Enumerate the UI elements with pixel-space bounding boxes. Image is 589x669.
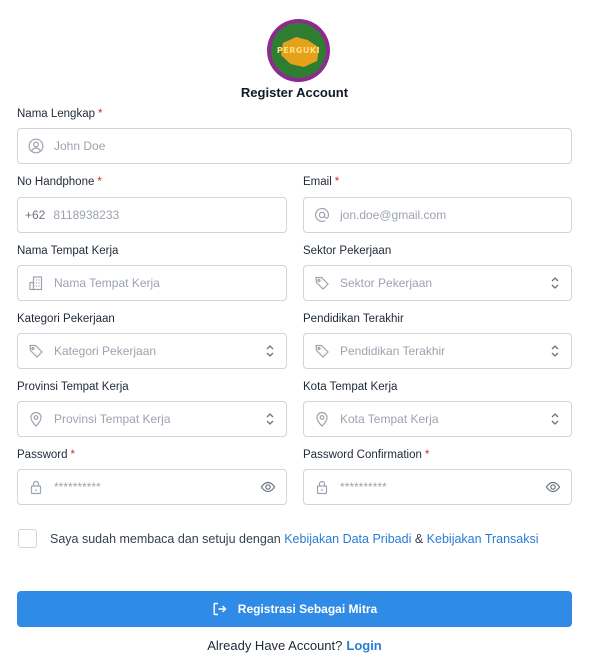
consent-text: Saya sudah membaca dan setuju dengan Keb…	[50, 529, 550, 550]
login-link[interactable]: Login	[346, 638, 381, 653]
city-placeholder: Kota Tempat Kerja	[340, 412, 439, 426]
workplace-input[interactable]: Nama Tempat Kerja	[17, 265, 287, 301]
login-prompt-text: Already Have Account?	[207, 638, 343, 653]
workplace-label-text: Nama Tempat Kerja	[17, 245, 119, 257]
full-name-label-text: Nama Lengkap	[17, 108, 95, 120]
password-confirm-placeholder: **********	[340, 480, 387, 494]
lock-icon	[28, 479, 44, 495]
email-placeholder: jon.doe@gmail.com	[340, 208, 447, 222]
province-placeholder: Provinsi Tempat Kerja	[54, 412, 171, 426]
province-label: Provinsi Tempat Kerja	[17, 381, 129, 393]
password-placeholder: **********	[54, 480, 101, 494]
category-placeholder: Kategori Pekerjaan	[54, 344, 157, 358]
province-label-text: Provinsi Tempat Kerja	[17, 381, 129, 393]
education-label-text: Pendidikan Terakhir	[303, 313, 404, 325]
phone-input[interactable]: +62 8118938233	[17, 197, 287, 233]
logo: PERGUKI	[267, 19, 330, 82]
transaction-policy-link[interactable]: Kebijakan Transaksi	[427, 532, 539, 546]
logo-emblem: PERGUKI	[271, 23, 326, 78]
province-select[interactable]: Provinsi Tempat Kerja	[17, 401, 287, 437]
education-label: Pendidikan Terakhir	[303, 313, 404, 325]
tag-icon	[28, 343, 44, 359]
chevron-up-down-icon	[266, 413, 274, 425]
password-label-text: Password	[17, 449, 68, 461]
logo-text: PERGUKI	[276, 46, 321, 55]
workplace-label: Nama Tempat Kerja	[17, 245, 118, 257]
register-partner-button[interactable]: Registrasi Sebagai Mitra	[17, 591, 572, 627]
lock-icon	[314, 479, 330, 495]
chevron-up-down-icon	[551, 277, 559, 289]
email-label: Email *	[303, 176, 339, 188]
email-label-text: Email	[303, 176, 332, 188]
phone-label-text: No Handphone	[17, 176, 95, 188]
page-title: Register Account	[240, 85, 349, 100]
city-label: Kota Tempat Kerja	[303, 381, 397, 393]
sector-select[interactable]: Sektor Pekerjaan	[303, 265, 572, 301]
chevron-up-down-icon	[551, 413, 559, 425]
full-name-input[interactable]: John Doe	[17, 128, 572, 164]
required-marker: *	[334, 176, 340, 188]
map-pin-icon	[28, 411, 44, 427]
chevron-up-down-icon	[266, 345, 274, 357]
required-marker: *	[70, 449, 75, 461]
education-select[interactable]: Pendidikan Terakhir	[303, 333, 572, 369]
register-partner-label: Registrasi Sebagai Mitra	[237, 602, 378, 616]
city-select[interactable]: Kota Tempat Kerja	[303, 401, 572, 437]
consent-checkbox[interactable]	[18, 529, 37, 548]
map-pin-icon	[314, 411, 330, 427]
sector-label-text: Sektor Pekerjaan	[303, 245, 392, 257]
sector-placeholder: Sektor Pekerjaan	[340, 276, 433, 290]
password-label: Password *	[17, 449, 75, 461]
user-icon	[28, 138, 44, 154]
category-select[interactable]: Kategori Pekerjaan	[17, 333, 287, 369]
password-input[interactable]: **********	[17, 469, 287, 505]
category-label-text: Kategori Pekerjaan	[17, 313, 115, 325]
password-confirm-label: Password Confirmation *	[303, 449, 429, 461]
phone-label: No Handphone *	[17, 176, 102, 188]
phone-country-prefix: +62	[25, 208, 46, 222]
full-name-label: Nama Lengkap *	[17, 108, 102, 120]
full-name-placeholder: John Doe	[54, 139, 106, 153]
building-icon	[28, 275, 44, 291]
city-label-text: Kota Tempat Kerja	[303, 381, 398, 393]
privacy-policy-link[interactable]: Kebijakan Data Pribadi	[284, 532, 411, 546]
workplace-placeholder: Nama Tempat Kerja	[54, 276, 160, 290]
sign-in-icon	[213, 602, 227, 616]
required-marker: *	[97, 176, 102, 188]
education-placeholder: Pendidikan Terakhir	[340, 344, 446, 358]
login-prompt: Already Have Account? Login	[0, 638, 589, 653]
sector-label: Sektor Pekerjaan	[303, 245, 391, 257]
consent-text-before: Saya sudah membaca dan setuju dengan	[50, 532, 285, 546]
category-label: Kategori Pekerjaan	[17, 313, 115, 325]
required-marker: *	[98, 108, 103, 120]
at-sign-icon	[314, 207, 330, 223]
eye-icon[interactable]	[260, 479, 276, 495]
email-input[interactable]: jon.doe@gmail.com	[303, 197, 572, 233]
chevron-up-down-icon	[551, 345, 559, 357]
tag-icon	[314, 275, 330, 291]
phone-placeholder: 8118938233	[53, 208, 120, 222]
tag-icon	[314, 343, 330, 359]
eye-icon[interactable]	[545, 479, 561, 495]
password-confirm-label-text: Password Confirmation	[303, 449, 422, 461]
required-marker: *	[424, 449, 430, 461]
password-confirm-input[interactable]: **********	[303, 469, 572, 505]
consent-separator: &	[411, 532, 427, 546]
